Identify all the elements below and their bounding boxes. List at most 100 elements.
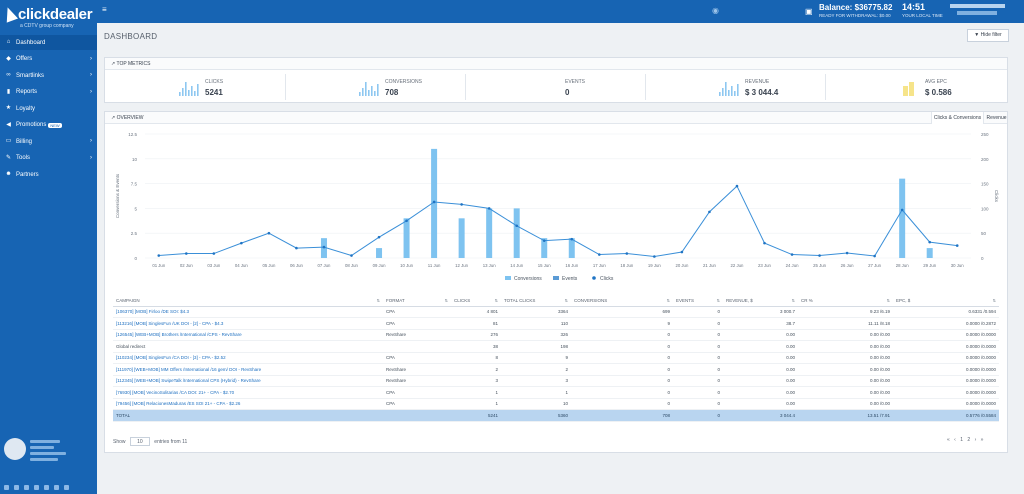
campaign-link[interactable]: [113216] [MOB] SinglesFun /UK DOI - [2] … (113, 317, 383, 330)
clicks-point[interactable] (157, 254, 161, 257)
clicks-point[interactable] (763, 241, 766, 245)
sidebar-item-reports[interactable]: ▮ Reports › (0, 85, 97, 100)
clicks-point[interactable] (322, 245, 326, 249)
clicks-point[interactable] (708, 210, 711, 214)
clicks-point[interactable] (790, 253, 794, 256)
sidebar-item-promotions[interactable]: ◀ Promotions NEW (0, 118, 97, 133)
user-box[interactable] (4, 430, 92, 470)
tab-clicks-conversions[interactable]: Clicks & Conversions (931, 112, 983, 124)
facebook-icon[interactable] (4, 485, 9, 490)
sort-icon[interactable]: ⇅ (445, 298, 448, 303)
clicks-point[interactable] (405, 219, 408, 223)
conversions-bar[interactable] (486, 208, 493, 258)
telegram-icon[interactable] (54, 485, 59, 490)
column-header[interactable]: CLICKS ⇅ (451, 295, 501, 307)
campaign-link[interactable]: [111970] [WEB+MOB] MM Offers /Internatio… (113, 363, 383, 376)
clicks-point[interactable] (185, 252, 188, 255)
column-header[interactable]: REVENUE, $ ⇅ (723, 295, 798, 307)
clicks-point[interactable] (873, 254, 876, 258)
sidebar-item-loyalty[interactable]: ★ Loyalty (0, 101, 97, 116)
sidebar-item-dashboard[interactable]: ⌂ Dashboard (0, 35, 97, 50)
sort-icon[interactable]: ⇅ (993, 298, 996, 303)
column-header[interactable]: FORMAT ⇅ (383, 295, 451, 307)
campaign-link[interactable]: [112345] [WEB+MOB] SwipeTalk /Internatio… (113, 375, 383, 387)
total-cell: TOTAL (113, 409, 383, 422)
clicks-point[interactable] (900, 208, 904, 212)
clicks-point[interactable] (487, 207, 491, 210)
clicks-point[interactable] (653, 255, 656, 258)
clicks-point[interactable] (240, 241, 243, 245)
column-header[interactable]: EVENTS ⇅ (673, 295, 723, 307)
pagination[interactable]: « ‹ 1 2 › » (947, 437, 983, 443)
sort-icon[interactable]: ⇅ (667, 298, 670, 303)
sort-icon[interactable]: ⇅ (495, 298, 498, 303)
campaign-link[interactable]: [79456] [MOB] RelacionesMaduras /ES SOI … (113, 398, 383, 410)
linkedin-icon[interactable] (24, 485, 29, 490)
conversions-bar[interactable] (458, 218, 465, 258)
clicks-point[interactable] (818, 254, 821, 257)
clicks-point[interactable] (267, 231, 271, 235)
pager-show-label: Show (113, 439, 126, 445)
instagram-icon[interactable] (34, 485, 39, 490)
clicks-point[interactable] (542, 239, 546, 242)
clicks-point[interactable] (625, 252, 629, 255)
twitter-icon[interactable] (14, 485, 19, 490)
campaign-link[interactable]: [126545] [WEB+MOB] Brothers /Internation… (113, 329, 383, 341)
conversions-bar[interactable] (513, 208, 520, 258)
conversions-bar[interactable] (926, 248, 933, 258)
brand-sub: a CDTV group company (20, 23, 74, 29)
clicks-point[interactable] (598, 253, 601, 256)
legend-label[interactable]: Conversions (514, 276, 542, 282)
page-size-select[interactable]: 10 (129, 437, 150, 446)
conversions-bar[interactable] (376, 248, 383, 258)
sort-icon[interactable]: ⇅ (887, 298, 890, 303)
tab-revenue[interactable]: Revenue (983, 112, 1009, 124)
conversions-bar[interactable] (568, 238, 575, 258)
x-tick: 16 Jun (565, 263, 579, 268)
sidebar-item-tools[interactable]: ✎ Tools › (0, 151, 97, 166)
logo[interactable]: clickdealer a CDTV group company (1, 5, 94, 29)
sort-icon[interactable]: ⇅ (565, 298, 568, 303)
legend-label[interactable]: Clicks (600, 276, 614, 282)
clicks-point[interactable] (928, 240, 931, 244)
clicks-point[interactable] (845, 251, 849, 255)
clicks-point[interactable] (515, 224, 518, 228)
pager-suffix: entries from 11 (154, 439, 188, 445)
clicks-point[interactable] (460, 203, 463, 206)
sidebar-item-partners[interactable]: ☻ Partners (0, 167, 97, 182)
notification-icon[interactable]: ◉ (712, 6, 722, 16)
clicks-point[interactable] (955, 244, 959, 247)
clicks-point[interactable] (432, 200, 436, 204)
column-header[interactable]: CONVERSIONS ⇅ (571, 295, 673, 307)
account-name-redacted[interactable] (950, 4, 1005, 8)
clicks-point[interactable] (377, 235, 381, 239)
clicks-point[interactable] (295, 246, 298, 250)
clicks-point[interactable] (735, 184, 739, 188)
conversions-bar[interactable] (403, 218, 410, 258)
campaign-link[interactable]: Global redirect (113, 340, 383, 353)
skype-icon[interactable] (64, 485, 69, 490)
youtube-icon[interactable] (44, 485, 49, 490)
column-header[interactable]: TOTAL CLICKS ⇅ (501, 295, 571, 307)
legend-label[interactable]: Events (562, 276, 578, 282)
overview-panel: ↗ OVERVIEW Clicks & Conversions Revenue … (104, 111, 1008, 453)
sort-icon[interactable]: ⇅ (717, 298, 720, 303)
clicks-point[interactable] (680, 250, 684, 254)
sidebar-item-billing[interactable]: ▭ Billing › (0, 134, 97, 149)
sort-icon[interactable]: ⇅ (792, 298, 795, 303)
menu-toggle-icon[interactable]: ≡ (102, 5, 107, 14)
clicks-point[interactable] (350, 254, 353, 257)
conversions-bar[interactable] (899, 178, 906, 258)
column-header[interactable]: CR % ⇅ (798, 295, 893, 307)
column-header[interactable]: EPC, $ ⇅ (893, 295, 999, 307)
campaign-link[interactable]: [110234] [MOB] SinglesFun /CA DOI - [3] … (113, 352, 383, 364)
campaign-link[interactable]: [76930] [MOB] VecinoSolitarias /CA DOI: … (113, 386, 383, 399)
clicks-point[interactable] (212, 252, 216, 255)
campaign-link[interactable]: [106370] [MOB] Firloo /DE SOI: $4.3 (113, 306, 383, 318)
column-header[interactable]: CAMPAIGN ⇅ (113, 295, 383, 307)
sidebar-item-offers[interactable]: ◆ Offers › (0, 52, 97, 67)
sidebar-item-smartlinks[interactable]: ∞ Smartlinks › (0, 68, 97, 83)
clicks-point[interactable] (570, 237, 574, 241)
hide-filter-button[interactable]: ▼ Hide filter (967, 29, 1009, 42)
sort-icon[interactable]: ⇅ (377, 298, 380, 303)
